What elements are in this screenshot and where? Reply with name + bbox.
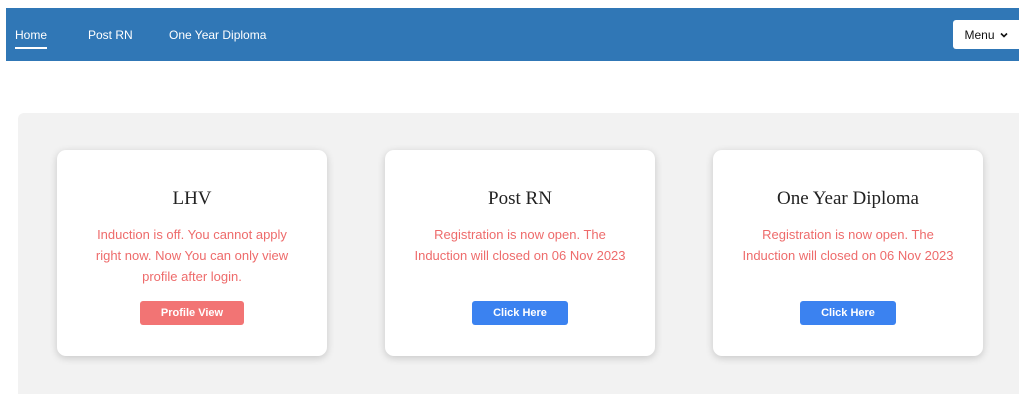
programs-panel: LHV Induction is off. You cannot apply r… bbox=[18, 113, 1019, 394]
card-title: LHV bbox=[172, 188, 212, 209]
card-title: One Year Diploma bbox=[777, 188, 919, 209]
card-status-text: Registration is now open. The Induction … bbox=[742, 227, 954, 263]
program-card-lhv: LHV Induction is off. You cannot apply r… bbox=[57, 150, 327, 356]
card-status-text: Induction is off. You cannot apply right… bbox=[95, 227, 289, 284]
nav-link-post-rn[interactable]: Post RN bbox=[88, 28, 133, 42]
card-title: Post RN bbox=[488, 188, 552, 209]
profile-view-button[interactable]: Profile View bbox=[139, 301, 245, 325]
program-card-one-year-diploma: One Year Diploma Registration is now ope… bbox=[713, 150, 983, 356]
nav-link-home[interactable]: Home bbox=[15, 28, 48, 49]
click-here-button[interactable]: Click Here bbox=[800, 301, 896, 325]
menu-button[interactable]: Menu bbox=[953, 20, 1019, 49]
chevron-down-icon bbox=[999, 31, 1008, 39]
program-card-post-rn: Post RN Registration is now open. The In… bbox=[385, 150, 655, 356]
nav-link-one-year-diploma[interactable]: One Year Diploma bbox=[169, 28, 266, 42]
menu-button-label: Menu bbox=[964, 27, 995, 42]
click-here-button[interactable]: Click Here bbox=[472, 301, 568, 325]
card-status-text: Registration is now open. The Induction … bbox=[414, 227, 626, 263]
top-navbar: Home Post RN One Year Diploma Menu bbox=[6, 8, 1019, 61]
